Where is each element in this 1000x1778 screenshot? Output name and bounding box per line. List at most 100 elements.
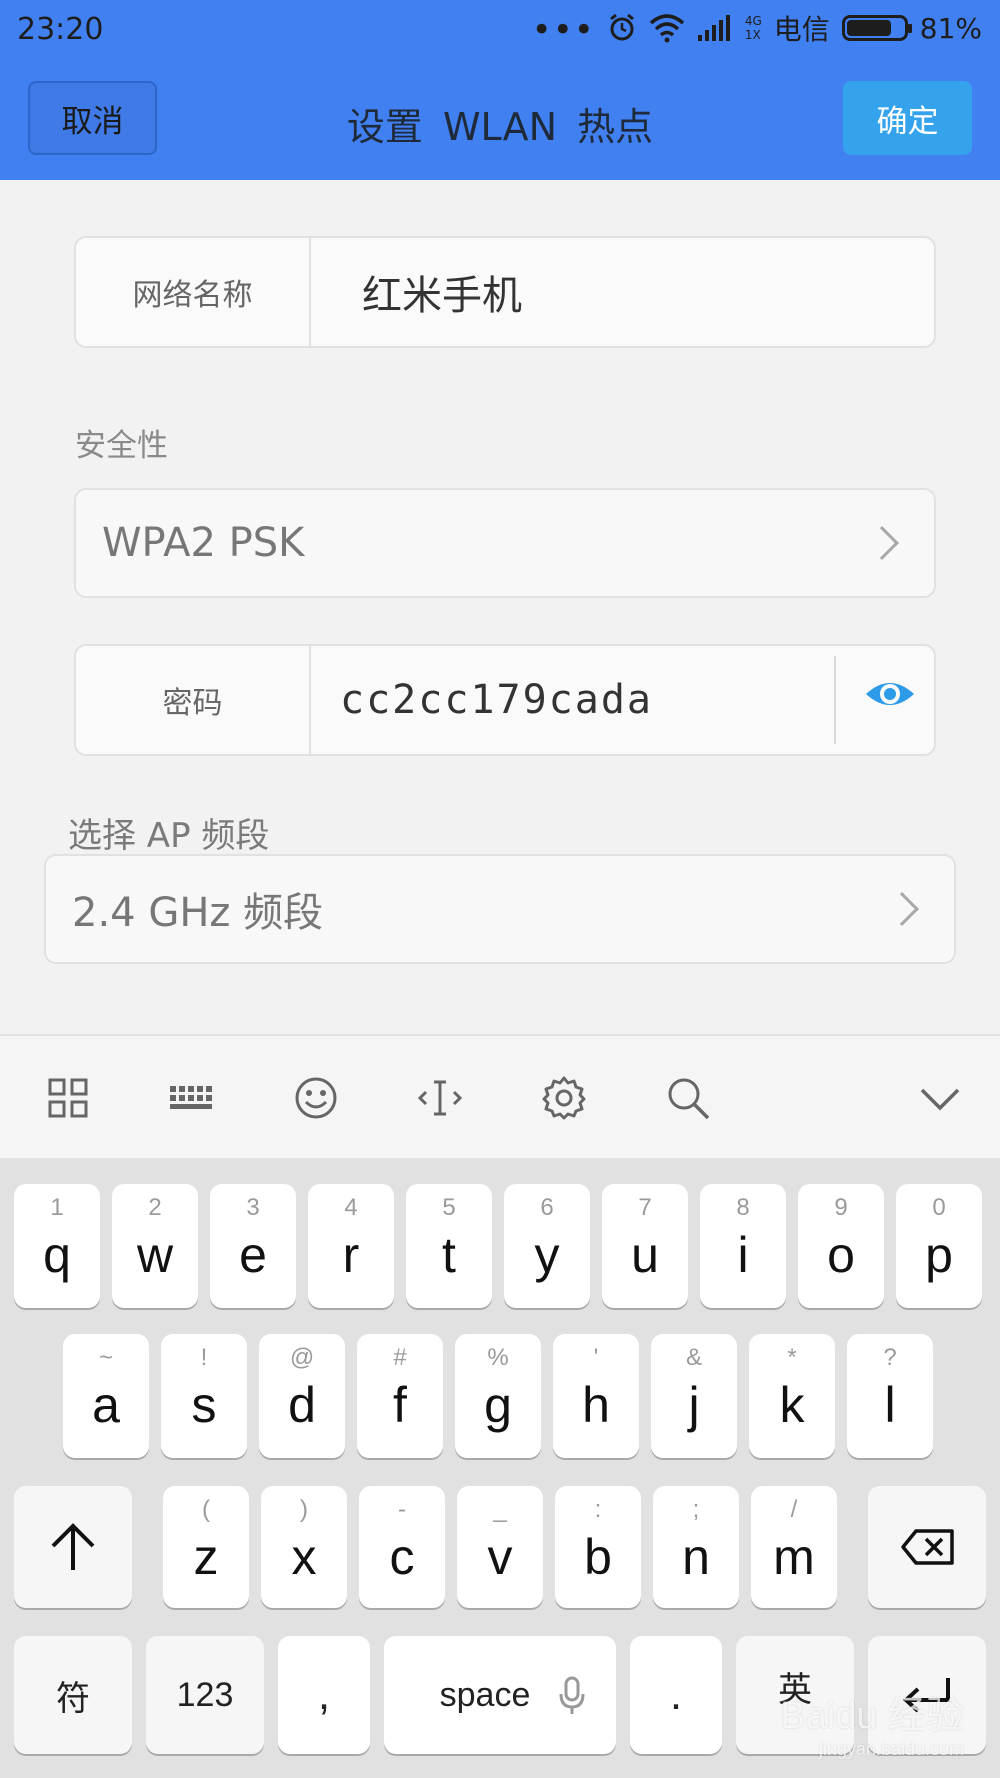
key-hint: 2 xyxy=(148,1194,162,1221)
network-name-field[interactable]: 网络名称 红米手机 xyxy=(74,236,936,348)
key-hint: 7 xyxy=(638,1194,652,1221)
chevron-right-icon xyxy=(865,526,899,560)
key-t[interactable]: 5t xyxy=(406,1184,492,1308)
key-hint: 9 xyxy=(834,1194,848,1221)
key-o[interactable]: 9o xyxy=(798,1184,884,1308)
key-label: b xyxy=(584,1529,612,1585)
key-u[interactable]: 7u xyxy=(602,1184,688,1308)
key-f[interactable]: # f xyxy=(357,1334,443,1458)
battery-fill xyxy=(846,20,892,36)
key-m[interactable]: / m xyxy=(751,1486,837,1608)
more-dots-icon: ••• xyxy=(531,10,595,50)
period-key[interactable]: . xyxy=(630,1636,722,1754)
key-label: o xyxy=(827,1227,855,1283)
network-name-label: 网络名称 xyxy=(76,238,311,346)
key-l[interactable]: ? l xyxy=(847,1334,933,1458)
key-n[interactable]: ; n xyxy=(653,1486,739,1608)
backspace-key[interactable] xyxy=(868,1486,986,1608)
symbols-key[interactable]: 符 xyxy=(14,1636,132,1754)
grid-icon[interactable] xyxy=(44,1074,92,1122)
keyboard-icon[interactable] xyxy=(166,1074,214,1122)
key-hint: @ xyxy=(289,1344,315,1371)
chevron-right-icon xyxy=(885,892,919,926)
key-b[interactable]: :b xyxy=(555,1486,641,1608)
symbols-key-label: 符 xyxy=(56,1679,90,1718)
network-name-input[interactable]: 红米手机 xyxy=(362,238,522,346)
key-x[interactable]: ) x xyxy=(261,1486,347,1608)
key-hint: ( xyxy=(202,1496,210,1523)
key-hint: 5 xyxy=(442,1194,456,1221)
key-hint: * xyxy=(787,1344,797,1371)
key-label: r xyxy=(342,1227,360,1283)
key-j[interactable]: & j xyxy=(651,1334,737,1458)
key-label: m xyxy=(773,1529,815,1585)
emoji-icon[interactable] xyxy=(292,1074,340,1122)
key-hint: 1 xyxy=(50,1194,64,1221)
language-switch-key[interactable]: 英 xyxy=(736,1636,854,1754)
cursor-icon[interactable] xyxy=(416,1074,464,1122)
wifi-icon xyxy=(649,14,684,43)
key-y[interactable]: 6y xyxy=(504,1184,590,1308)
key-v[interactable]: _ v xyxy=(457,1486,543,1608)
shift-arrow-icon xyxy=(51,1523,95,1570)
shift-key[interactable] xyxy=(14,1486,132,1608)
key-label: u xyxy=(631,1227,659,1283)
key-p[interactable]: 0p xyxy=(896,1184,982,1308)
key-z[interactable]: (z xyxy=(163,1486,249,1608)
gear-icon[interactable] xyxy=(540,1074,588,1122)
key-label: s xyxy=(191,1377,217,1433)
key-label: y xyxy=(534,1227,560,1283)
ap-band-section-label: 选择 AP 频段 xyxy=(68,816,270,856)
key-d[interactable]: @ d xyxy=(259,1334,345,1458)
confirm-button[interactable]: 确定 xyxy=(843,81,972,155)
key-label: t xyxy=(442,1227,456,1283)
show-password-eye-icon[interactable] xyxy=(864,668,916,720)
alarm-icon xyxy=(609,13,634,41)
chevron-down-icon[interactable] xyxy=(916,1074,964,1122)
status-bar: 23:20 ••• 4G 1X 电信 81% xyxy=(0,0,1000,56)
network-type: 4G 1X xyxy=(745,14,762,42)
numbers-key[interactable]: 123 xyxy=(146,1636,264,1754)
key-hint: ~ xyxy=(98,1344,113,1371)
key-a[interactable]: ~ a xyxy=(63,1334,149,1458)
key-h[interactable]: ' h xyxy=(553,1334,639,1458)
password-field[interactable]: 密码 cc2cc179cada xyxy=(74,644,936,756)
key-label: a xyxy=(92,1377,120,1433)
key-g[interactable]: % g xyxy=(455,1334,541,1458)
enter-key[interactable] xyxy=(868,1636,986,1754)
key-hint: 3 xyxy=(246,1194,260,1221)
search-icon[interactable] xyxy=(664,1074,712,1122)
key-hint: / xyxy=(790,1496,798,1523)
security-value: WPA2 PSK xyxy=(102,520,305,566)
enter-icon xyxy=(903,1678,950,1713)
key-c[interactable]: -c xyxy=(359,1486,445,1608)
key-k[interactable]: * k xyxy=(749,1334,835,1458)
microphone-icon xyxy=(559,1676,585,1714)
security-select[interactable]: WPA2 PSK xyxy=(74,488,936,598)
key-hint: ) xyxy=(300,1496,308,1523)
ap-band-value: 2.4 GHz 频段 xyxy=(72,890,324,936)
key-hint: : xyxy=(594,1496,602,1523)
key-hint: 4 xyxy=(344,1194,358,1221)
key-hint: 6 xyxy=(540,1194,554,1221)
key-s[interactable]: ! s xyxy=(161,1334,247,1458)
key-hint: ? xyxy=(883,1344,897,1371)
key-label: d xyxy=(288,1377,316,1433)
key-i[interactable]: 8i xyxy=(700,1184,786,1308)
space-key[interactable]: space xyxy=(384,1636,616,1754)
comma-key[interactable]: , xyxy=(278,1636,370,1754)
password-input[interactable]: cc2cc179cada xyxy=(340,646,653,754)
password-divider xyxy=(834,656,836,744)
key-e[interactable]: 3e xyxy=(210,1184,296,1308)
ap-band-select[interactable]: 2.4 GHz 频段 xyxy=(44,854,956,964)
battery-icon xyxy=(841,15,912,41)
backspace-icon xyxy=(901,1529,954,1565)
key-hint: - xyxy=(398,1496,406,1523)
password-label: 密码 xyxy=(76,646,311,754)
key-label: k xyxy=(779,1377,805,1433)
carrier-label: 电信 xyxy=(773,13,830,46)
keyboard-toolbar xyxy=(0,1034,1000,1158)
key-w[interactable]: 2w xyxy=(112,1184,198,1308)
key-q[interactable]: 1q xyxy=(14,1184,100,1308)
key-r[interactable]: 4r xyxy=(308,1184,394,1308)
